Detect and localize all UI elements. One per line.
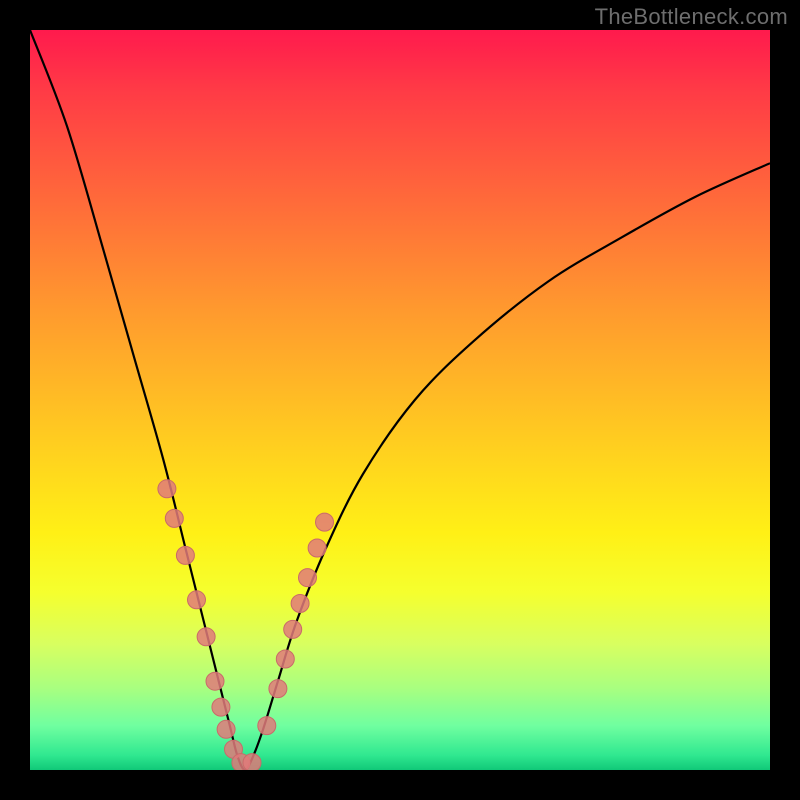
fit-point: [269, 680, 287, 698]
fit-point: [158, 480, 176, 498]
fit-point: [217, 720, 235, 738]
fit-point: [258, 717, 276, 735]
fit-point: [197, 628, 215, 646]
fit-point: [188, 591, 206, 609]
fit-point: [243, 754, 261, 770]
fit-point: [316, 513, 334, 531]
fit-point: [165, 509, 183, 527]
fit-point: [291, 595, 309, 613]
bottleneck-curve: [30, 30, 770, 770]
fit-point: [284, 620, 302, 638]
fit-point: [276, 650, 294, 668]
plot-area: [30, 30, 770, 770]
fit-point: [299, 569, 317, 587]
watermark-label: TheBottleneck.com: [595, 4, 788, 30]
fit-point: [176, 546, 194, 564]
fit-points-group: [158, 480, 334, 770]
fit-point: [206, 672, 224, 690]
chart-frame: TheBottleneck.com: [0, 0, 800, 800]
curve-svg: [30, 30, 770, 770]
fit-point: [212, 698, 230, 716]
fit-point: [308, 539, 326, 557]
